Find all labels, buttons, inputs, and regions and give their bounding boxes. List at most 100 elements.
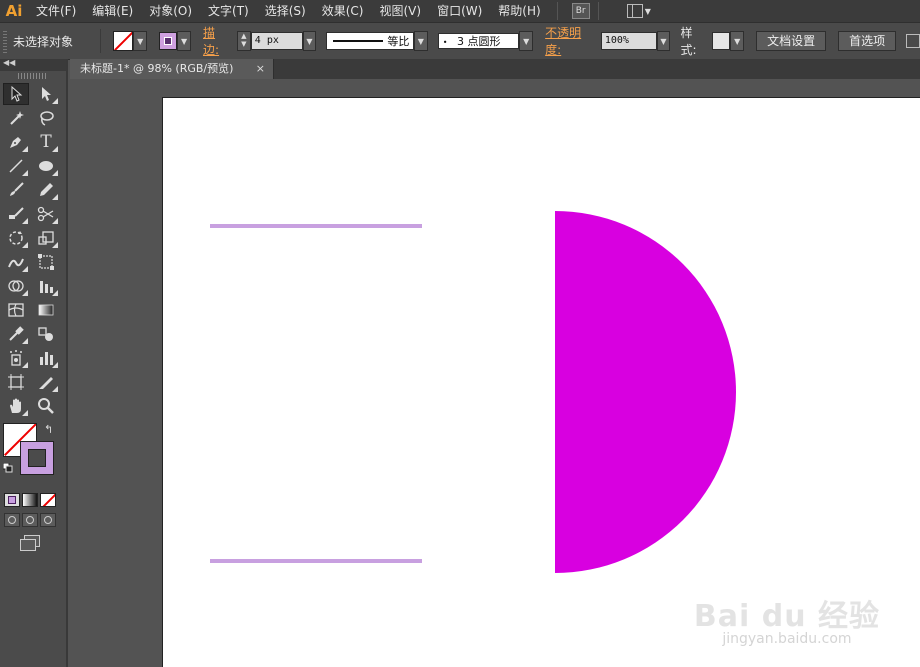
document-tab-bar: 未标题-1* @ 98% (RGB/预览) × [70,59,920,79]
color-mode-button[interactable] [4,493,20,507]
slice-tool[interactable] [33,371,59,393]
brush-dropdown-arrow[interactable]: ▼ [519,31,534,51]
menu-effect[interactable]: 效果(C) [314,0,372,22]
control-bar: 未选择对象 ▼ ▼ 描边: ▲ ▼ 4 px ▼ 等比 ▼ • 3 点圆形 ▼ 不… [0,22,920,60]
draw-behind-button[interactable] [22,513,38,527]
stroke-dropdown-arrow[interactable]: ▼ [177,31,192,51]
draw-inside-button[interactable] [40,513,56,527]
panel-grip[interactable] [3,29,7,53]
rotate-tool[interactable] [3,227,29,249]
scissors-tool[interactable] [33,203,59,225]
panel-grip[interactable] [18,73,48,79]
panel-menu-icon[interactable] [906,34,920,48]
stroke-weight-stepper[interactable]: ▲ ▼ [236,31,251,51]
direct-selection-tool[interactable] [33,83,59,105]
opacity-link[interactable]: 不透明度: [545,24,597,58]
tools-panel: ◀◀ T ↰ [0,58,68,667]
mesh-tool[interactable] [3,299,29,321]
draw-normal-button[interactable] [4,513,20,527]
app-logo: Ai [5,2,23,20]
opacity-dropdown-arrow[interactable]: ▼ [656,31,671,51]
fill-swatch[interactable] [113,31,134,51]
free-transform-tool[interactable] [33,251,59,273]
style-dropdown-arrow[interactable]: ▼ [730,31,745,51]
menu-help[interactable]: 帮助(H) [490,0,548,22]
flyout-indicator [52,194,58,200]
column-graph-tool[interactable] [33,347,59,369]
stroke-swatch[interactable] [159,32,178,50]
document-setup-button[interactable]: 文档设置 [756,31,827,51]
lasso-tool[interactable] [33,107,59,129]
style-label: 样式: [680,26,697,57]
baidu-watermark: Bai du 经验 jingyan.baidu.com [694,591,880,647]
artboard[interactable] [163,98,920,667]
workspace-switcher[interactable]: ▼ [626,4,651,18]
screen-mode-button[interactable] [20,535,40,551]
flyout-indicator [22,146,28,152]
flyout-indicator [52,362,58,368]
brush-definition[interactable]: • 3 点圆形 [437,33,520,49]
menu-object[interactable]: 对象(O) [141,0,200,22]
menu-view[interactable]: 视图(V) [371,0,429,22]
artboard-tool[interactable] [3,371,29,393]
shape-builder-tool[interactable] [3,275,29,297]
preferences-button[interactable]: 首选项 [838,31,897,51]
flyout-indicator [22,290,28,296]
menu-file[interactable]: 文件(F) [28,0,84,22]
type-icon: T [40,132,52,152]
warp-tool[interactable] [3,251,29,273]
flyout-indicator [52,242,58,248]
menu-divider [556,2,558,20]
collapse-icon[interactable]: ◀◀ [3,58,15,67]
gradient-icon [38,304,54,316]
flyout-indicator [52,218,58,224]
stroke-weight-field[interactable]: 4 px [250,32,303,50]
variable-width-profile[interactable]: 等比 [326,32,414,50]
gradient-tool[interactable] [33,299,59,321]
pencil-tool[interactable] [33,179,59,201]
close-icon[interactable]: × [256,59,265,79]
blob-brush-tool[interactable] [3,203,29,225]
selection-tool[interactable] [3,83,29,105]
variable-width-label: 等比 [387,35,410,48]
draw-mode-row [4,513,66,527]
stroke-preview-line [333,40,384,42]
brush-icon [10,182,24,196]
profile-dropdown-arrow[interactable]: ▼ [413,31,428,51]
hand-tool[interactable] [3,395,29,417]
swap-arrows-icon[interactable]: ↰ [44,423,53,436]
menu-select[interactable]: 选择(S) [257,0,314,22]
pen-tool[interactable] [3,131,29,153]
line-segment-tool[interactable] [3,155,29,177]
stroke-panel-link[interactable]: 描边: [203,24,231,58]
stroke-weight-dropdown[interactable]: ▼ [302,31,317,51]
opacity-field[interactable]: 100% [600,32,657,50]
gradient-mode-button[interactable] [22,493,38,507]
blend-tool[interactable] [33,323,59,345]
eyedropper-tool[interactable] [3,323,29,345]
perspective-grid-tool[interactable] [33,275,59,297]
flyout-indicator [22,218,28,224]
default-colors-icon[interactable] [3,463,13,473]
menu-bar: Ai 文件(F) 编辑(E) 对象(O) 文字(T) 选择(S) 效果(C) 视… [0,0,920,22]
mesh-icon [8,303,24,317]
symbol-sprayer-tool[interactable] [3,347,29,369]
canvas-area[interactable]: Bai du 经验 jingyan.baidu.com [70,79,920,667]
lasso-icon [40,111,54,126]
stroke-color-box[interactable] [20,441,54,475]
paintbrush-tool[interactable] [3,179,29,201]
document-tab[interactable]: 未标题-1* @ 98% (RGB/预览) × [70,59,274,79]
menu-type[interactable]: 文字(T) [200,0,257,22]
type-tool[interactable]: T [33,131,59,153]
scale-tool[interactable] [33,227,59,249]
zoom-tool[interactable] [33,395,59,417]
magic-wand-tool[interactable] [3,107,29,129]
menu-window[interactable]: 窗口(W) [429,0,490,22]
none-mode-button[interactable] [40,493,56,507]
bridge-button[interactable]: Br [571,3,590,19]
magenta-half-circle[interactable] [555,211,736,573]
menu-edit[interactable]: 编辑(E) [84,0,141,22]
graphic-style-swatch[interactable] [712,32,731,50]
ellipse-tool[interactable] [33,155,59,177]
fill-dropdown-arrow[interactable]: ▼ [133,31,148,51]
